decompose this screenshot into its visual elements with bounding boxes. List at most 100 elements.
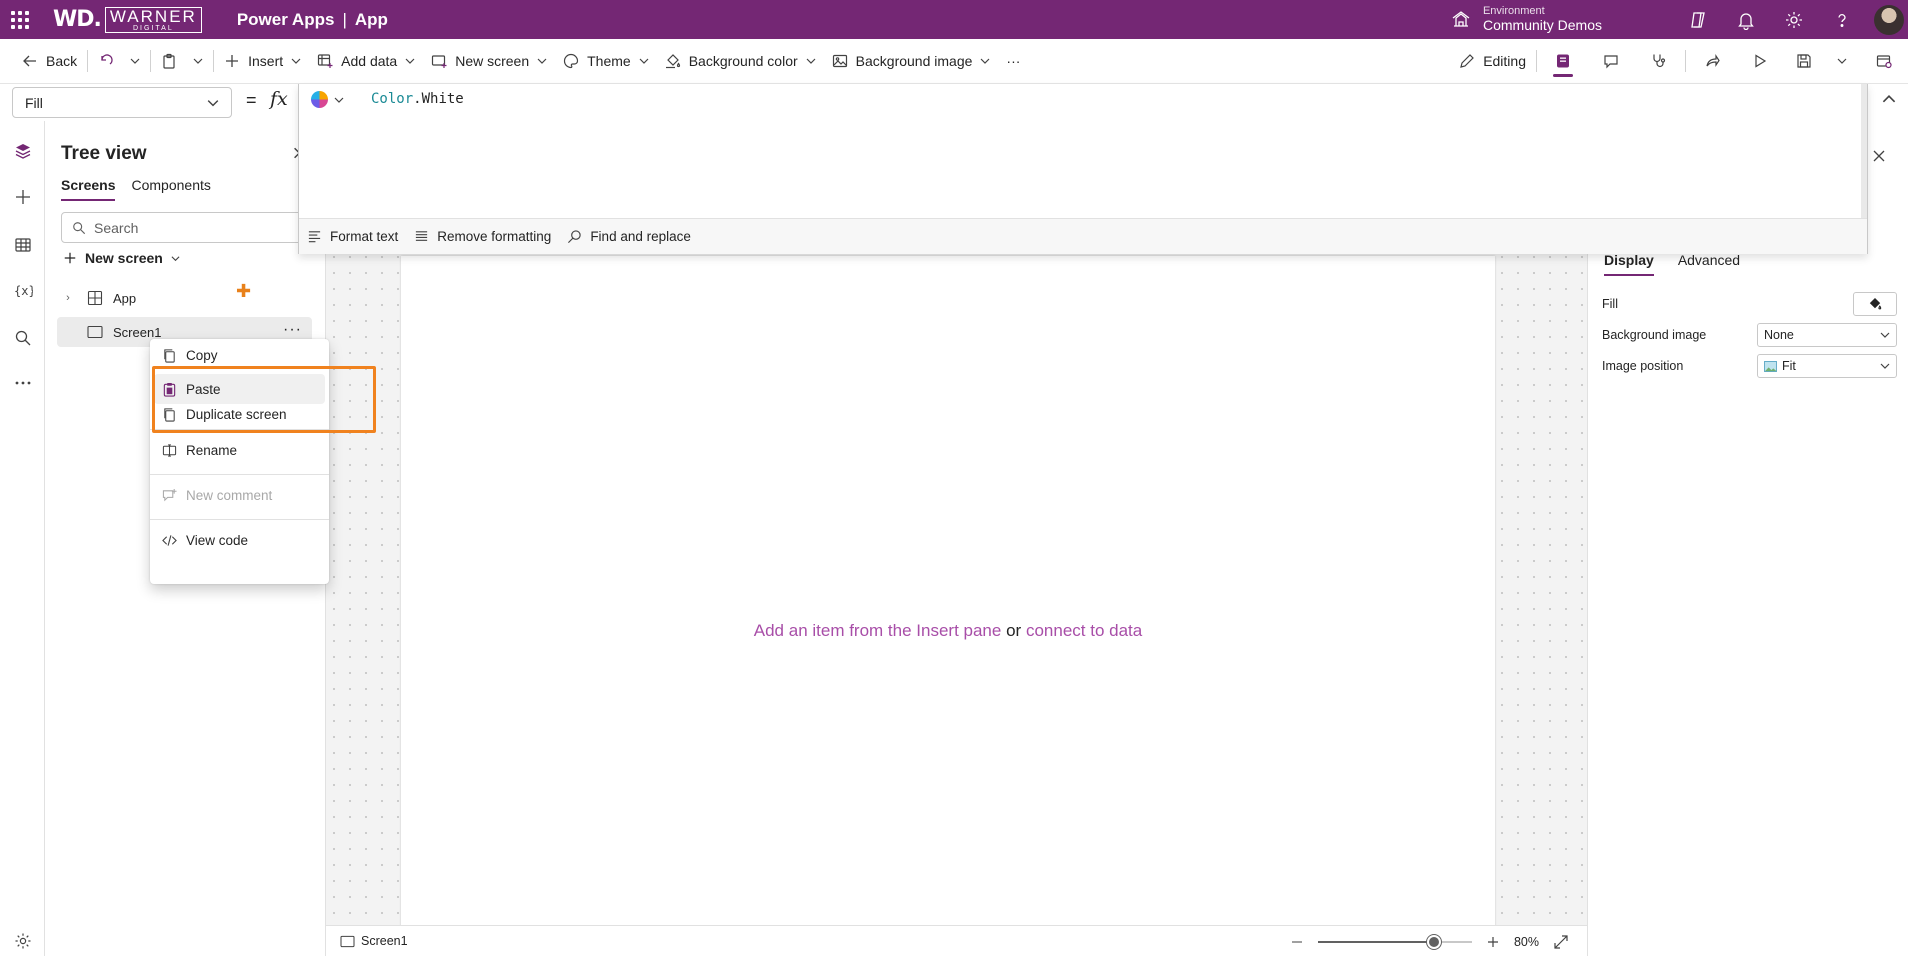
copilot-formula-button[interactable] — [311, 91, 344, 108]
tab-components[interactable]: Components — [131, 177, 210, 201]
comments-button[interactable] — [1587, 39, 1635, 83]
screen-icon — [340, 935, 355, 947]
search-icon[interactable] — [0, 318, 45, 358]
logo-wd: WD. — [53, 7, 102, 32]
zoom-out-icon[interactable] — [1290, 935, 1304, 949]
image-icon — [832, 54, 847, 68]
format-text-button[interactable]: Format text — [307, 229, 398, 244]
chevron-down-icon — [806, 58, 816, 64]
tab-screens[interactable]: Screens — [61, 177, 116, 201]
tree-view-icon[interactable] — [0, 131, 45, 171]
tab-display[interactable]: Display — [1604, 252, 1654, 276]
save-icon — [1797, 54, 1811, 68]
plus-icon — [226, 55, 239, 67]
chevron-down-icon — [1837, 58, 1847, 64]
paste-button[interactable] — [153, 45, 211, 77]
command-bar: Back Insert Add data New screen Theme Ba… — [0, 39, 1908, 83]
zoom-slider[interactable] — [1317, 934, 1472, 949]
menu-item-rename[interactable]: Rename — [154, 435, 325, 465]
environment-picker[interactable]: Environment Community Demos — [1451, 6, 1602, 32]
background-image-button[interactable]: Background image — [824, 45, 999, 77]
formula-editor[interactable]: Color.White Format text Remove formattin… — [298, 84, 1868, 254]
chevron-down-icon — [171, 255, 180, 261]
settings-icon[interactable] — [0, 921, 45, 956]
app-icon — [87, 290, 103, 306]
property-dropdown[interactable]: Fill — [12, 87, 232, 118]
undo-button[interactable] — [90, 45, 148, 77]
zoom-value: 80% — [1513, 934, 1539, 949]
share-icon — [1706, 54, 1720, 67]
save-options-dropdown[interactable] — [1824, 39, 1860, 83]
share-button[interactable] — [1688, 39, 1736, 83]
new-screen-button[interactable]: New screen — [63, 250, 180, 266]
insert-button[interactable]: Insert — [216, 45, 309, 77]
zoom-in-icon[interactable] — [1486, 935, 1500, 949]
find-replace-button[interactable]: Find and replace — [567, 229, 691, 244]
more-commands-button[interactable]: ··· — [998, 45, 1028, 77]
publish-button[interactable] — [1860, 39, 1908, 83]
close-icon[interactable] — [1872, 149, 1886, 163]
variables-icon[interactable]: {x} — [0, 271, 45, 311]
image-position-dropdown[interactable]: Fit — [1757, 354, 1897, 378]
drag-cursor-icon: ✚ — [236, 281, 252, 301]
preview-button[interactable] — [1736, 39, 1784, 83]
theme-button[interactable]: Theme — [555, 45, 657, 77]
tab-advanced[interactable]: Advanced — [1678, 252, 1740, 276]
menu-item-duplicate-screen[interactable]: Duplicate screen — [154, 401, 325, 425]
insert-pane-link[interactable]: Add an item from the Insert pane — [754, 621, 1002, 640]
menu-item-new-comment[interactable]: New comment — [154, 480, 325, 510]
app-checker-button[interactable] — [1635, 39, 1683, 83]
new-screen-button[interactable]: New screen — [423, 45, 555, 77]
chevron-right-icon[interactable]: › — [57, 292, 79, 304]
fill-color-picker[interactable] — [1853, 292, 1897, 316]
image-position-property: Image position Fit — [1602, 353, 1897, 379]
settings-icon[interactable] — [1770, 0, 1818, 39]
app-header: WD. WARNER DIGITAL Power Apps | App Envi… — [0, 0, 1908, 39]
fit-to-window-icon[interactable] — [1553, 934, 1569, 950]
menu-item-copy[interactable]: Copy — [154, 340, 325, 370]
tree-item-app[interactable]: › App — [57, 283, 312, 313]
editing-mode-button[interactable]: Editing — [1451, 45, 1534, 77]
formula-text[interactable]: Color.White — [371, 91, 464, 107]
notifications-icon[interactable] — [1722, 0, 1770, 39]
insert-icon[interactable] — [0, 177, 45, 217]
formula-object: Color — [371, 91, 414, 107]
remove-formatting-button[interactable]: Remove formatting — [414, 229, 551, 244]
connect-data-link[interactable]: connect to data — [1026, 621, 1142, 640]
save-button[interactable] — [1784, 39, 1824, 83]
more-options-icon[interactable]: ··· — [283, 321, 302, 339]
screen-icon — [87, 325, 103, 339]
back-button[interactable]: Back — [14, 45, 85, 77]
palette-icon — [564, 53, 579, 69]
menu-item-paste[interactable]: Paste — [154, 374, 325, 404]
background-color-button[interactable]: Background color — [657, 45, 824, 77]
app-launcher-icon[interactable] — [0, 0, 39, 39]
more-icon[interactable] — [0, 363, 45, 403]
avatar[interactable] — [1874, 4, 1904, 35]
formula-scrollbar[interactable] — [1861, 84, 1867, 218]
copilot-icon[interactable] — [1674, 0, 1722, 39]
chevron-down-icon — [130, 58, 140, 64]
undo-icon — [101, 54, 113, 65]
tree-search-input[interactable]: Search — [61, 212, 321, 243]
formula-toolbar: Format text Remove formatting Find and r… — [299, 218, 1867, 254]
zoom-slider-thumb[interactable] — [1426, 934, 1441, 949]
search-placeholder: Search — [94, 219, 139, 236]
clipboard-icon — [163, 53, 175, 69]
chevron-down-icon — [1880, 363, 1890, 369]
add-data-button[interactable]: Add data — [309, 45, 423, 77]
data-icon[interactable] — [0, 225, 45, 265]
paint-bucket-icon — [665, 54, 680, 69]
product-name: Power Apps — [236, 9, 335, 29]
formula-bar: Fill = fx Color.White Format text Remove… — [0, 83, 1908, 254]
collapse-formula-icon[interactable] — [1882, 92, 1896, 106]
background-image-dropdown[interactable]: None — [1757, 323, 1897, 347]
current-screen-indicator[interactable]: Screen1 — [340, 934, 408, 948]
help-icon[interactable] — [1818, 0, 1866, 39]
background-image-property: Background image None — [1602, 322, 1897, 348]
menu-item-view-code[interactable]: View code — [154, 525, 325, 555]
copilot-pane-button[interactable] — [1539, 39, 1587, 83]
properties-tabs: Display Advanced — [1604, 252, 1740, 276]
screen-canvas[interactable]: Add an item from the Insert pane or conn… — [401, 256, 1495, 939]
image-icon — [1764, 360, 1777, 372]
